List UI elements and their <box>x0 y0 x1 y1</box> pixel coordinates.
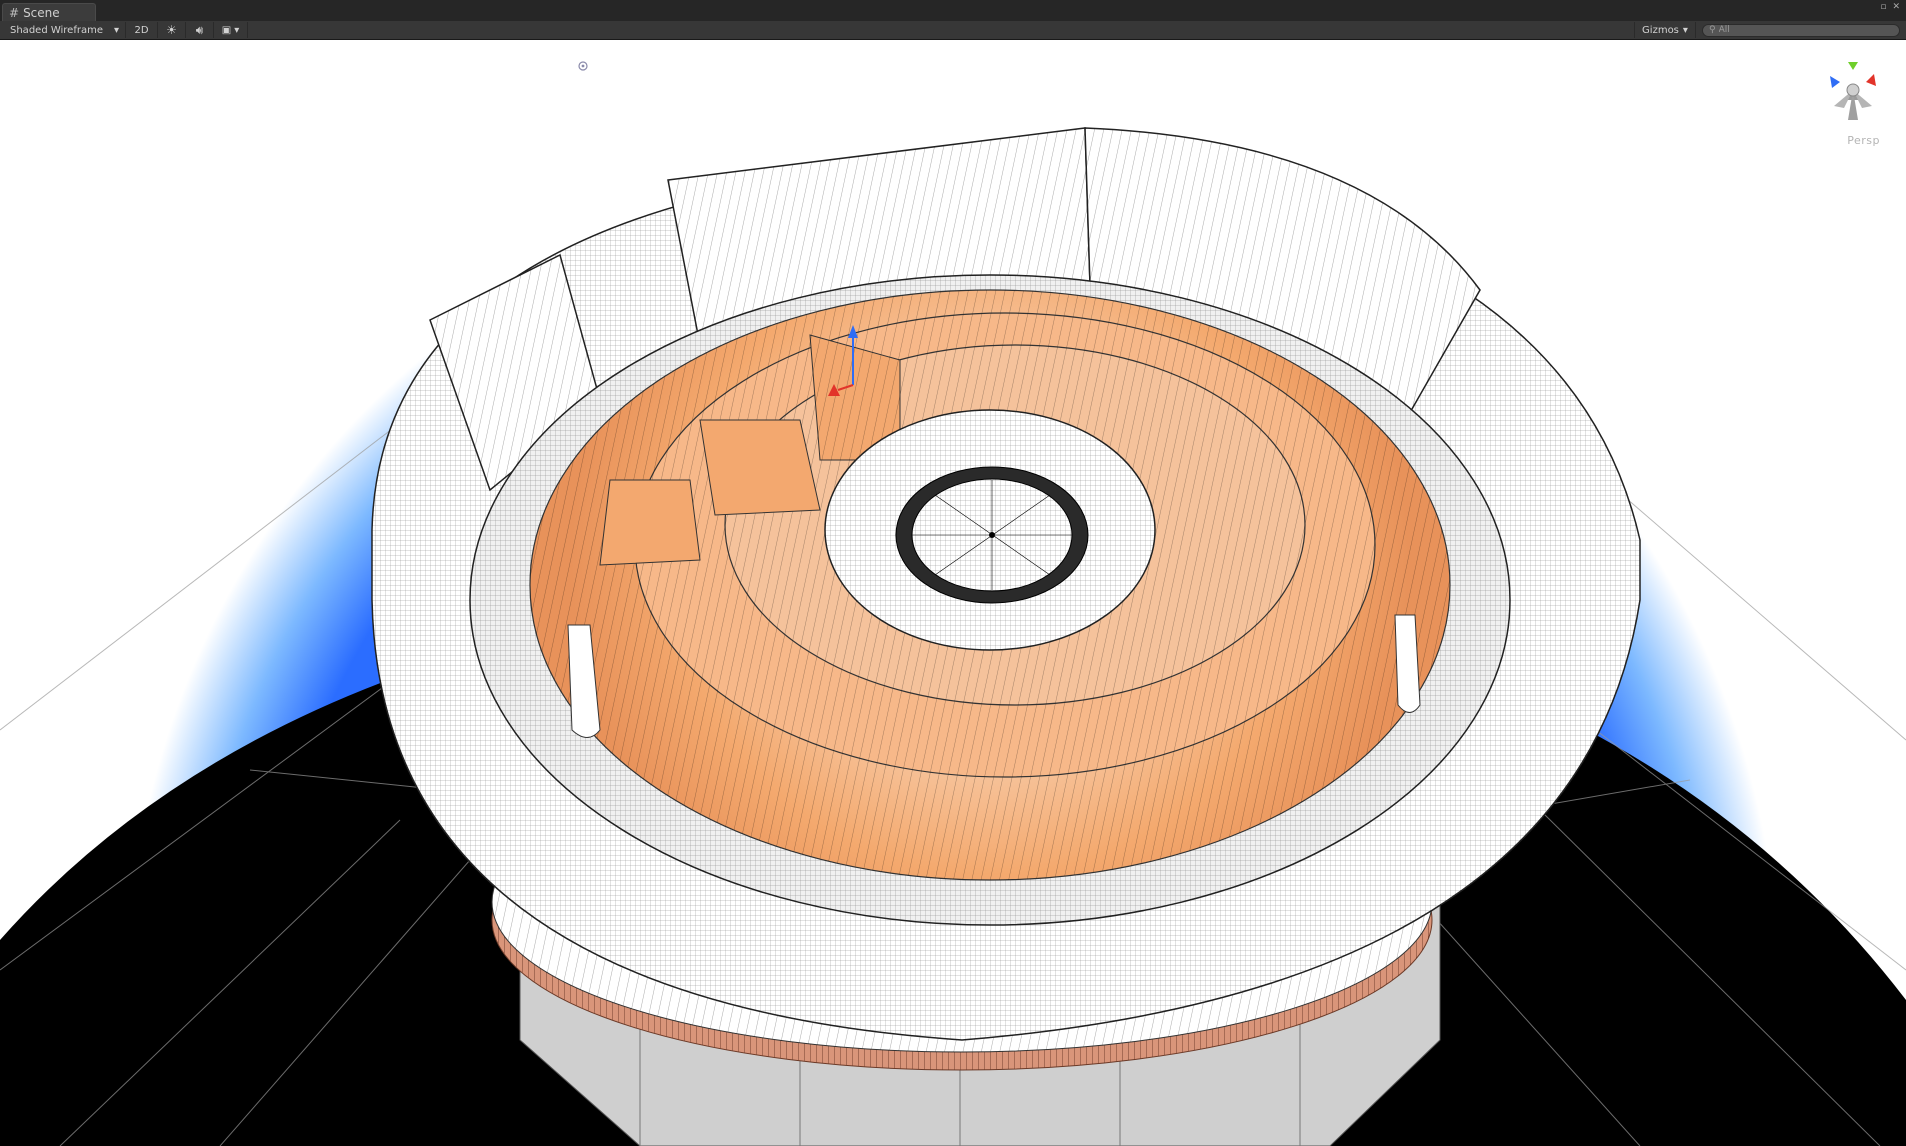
stair-step <box>599 479 701 566</box>
y-axis-cone-icon[interactable] <box>1848 62 1858 70</box>
scene-render <box>0 40 1906 1146</box>
audio-toggle-button[interactable]: 🔊︎ <box>186 22 214 38</box>
draw-mode-label: Shaded Wireframe <box>10 24 103 36</box>
scene-toolbar: Shaded Wireframe ▾ 2D ☀ 🔊︎ ▣ ▾ Gizmos ▾ … <box>0 21 1906 40</box>
tab-strip: # Scene ▫ ✕ <box>0 0 1906 22</box>
scene-viewport[interactable]: Persp <box>0 40 1906 1146</box>
gizmos-label: Gizmos <box>1642 24 1679 36</box>
grid-icon: # <box>9 5 20 20</box>
orientation-gizmo[interactable] <box>1822 60 1884 140</box>
effects-dropdown[interactable]: ▣ ▾ <box>214 22 248 38</box>
tab-scene-label: Scene <box>23 5 60 20</box>
scene-search-field[interactable]: ⚲ <box>1702 23 1900 37</box>
maximize-icon[interactable]: ▫ <box>1880 2 1886 12</box>
2d-toggle-button[interactable]: 2D <box>126 22 158 38</box>
projection-label[interactable]: Persp <box>1847 134 1880 147</box>
light-gizmo-icon[interactable] <box>576 59 590 73</box>
window-controls: ▫ ✕ <box>1880 2 1900 12</box>
stair-step <box>699 419 821 516</box>
support-pole-right <box>1394 614 1421 713</box>
scene-search-input[interactable] <box>1718 25 1889 35</box>
search-icon: ⚲ <box>1709 25 1716 35</box>
dropdown-arrow-icon: ▾ <box>234 24 240 36</box>
speaker-icon: 🔊︎ <box>195 22 204 37</box>
x-axis-cone-icon[interactable] <box>1866 74 1876 86</box>
sun-icon: ☀ <box>166 23 177 37</box>
image-icon: ▣ <box>221 24 232 36</box>
draw-mode-dropdown[interactable]: Shaded Wireframe ▾ <box>0 22 126 38</box>
dropdown-arrow-icon: ▾ <box>1682 24 1688 36</box>
tab-scene[interactable]: # Scene <box>2 3 96 21</box>
lighting-toggle-button[interactable]: ☀ <box>158 22 186 38</box>
close-icon[interactable]: ✕ <box>1892 2 1900 12</box>
2d-toggle-label: 2D <box>134 24 149 36</box>
dropdown-arrow-icon: ▾ <box>113 24 119 36</box>
z-axis-cone-icon[interactable] <box>1830 76 1840 88</box>
gizmos-dropdown[interactable]: Gizmos ▾ <box>1634 22 1696 38</box>
